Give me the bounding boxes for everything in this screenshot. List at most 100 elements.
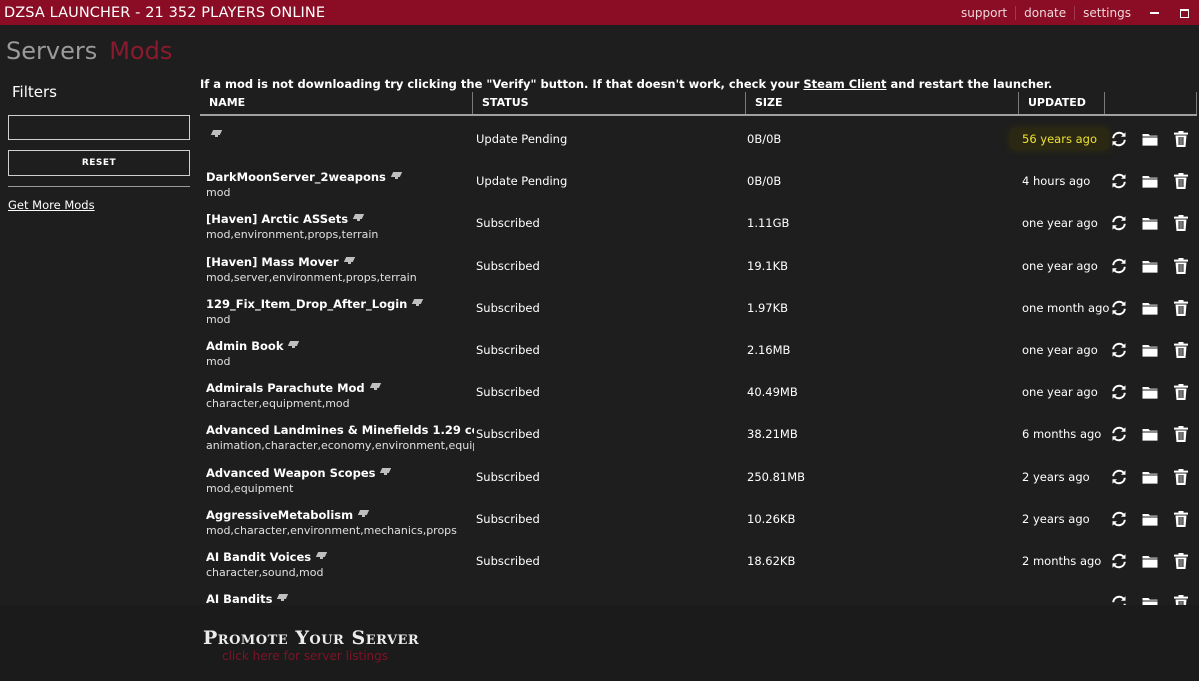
trash-icon[interactable]	[1172, 172, 1190, 190]
app-title: DZSA LAUNCHER - 21 352 PLAYERS ONLINE	[4, 4, 326, 21]
table-row[interactable]: Admin Book mod Subscribed 2.16MB one year ag…	[200, 329, 1199, 371]
row-actions	[1110, 257, 1190, 275]
refresh-icon[interactable]	[1110, 299, 1128, 317]
trash-icon[interactable]	[1172, 299, 1190, 317]
mod-size: 250.81MB	[747, 469, 806, 484]
table-row[interactable]: [Haven] Arctic ASSets mod,environment,pro…	[200, 202, 1199, 244]
promo-title[interactable]: Promote Your Server	[203, 627, 419, 649]
pin-icon	[354, 213, 364, 222]
pin-icon	[371, 382, 381, 391]
row-actions	[1110, 341, 1190, 359]
refresh-icon[interactable]	[1110, 552, 1128, 570]
row-actions	[1110, 552, 1190, 570]
column-updated[interactable]: UPDATED	[1019, 92, 1105, 114]
trash-icon[interactable]	[1172, 214, 1190, 232]
refresh-icon[interactable]	[1110, 383, 1128, 401]
get-more-mods-link[interactable]: Get More Mods	[8, 198, 95, 212]
filter-input[interactable]	[8, 115, 190, 140]
donate-link[interactable]: donate	[1015, 5, 1074, 20]
mod-name-cell: [Haven] Arctic ASSets mod,environment,pro…	[206, 208, 474, 242]
table-row[interactable]: 129_Fix_Item_Drop_After_Login mod Subscrib…	[200, 287, 1199, 329]
folder-icon[interactable]	[1141, 468, 1159, 486]
pin-icon	[359, 509, 369, 517]
refresh-icon[interactable]	[1110, 214, 1128, 232]
mod-name: AI Bandit Voices	[206, 550, 312, 564]
mod-name-cell: Advanced Landmines & Minefields 1.29 com…	[206, 419, 474, 453]
mod-name: AI Bandits	[206, 592, 273, 605]
folder-icon[interactable]	[1141, 510, 1159, 528]
tab-mods[interactable]: Mods	[109, 36, 172, 66]
table-row[interactable]: [Haven] Mass Mover mod,server,environment…	[200, 245, 1199, 287]
folder-icon[interactable]	[1141, 257, 1159, 275]
table-row[interactable]: Admirals Parachute Mod character,equipmen…	[200, 371, 1199, 413]
row-actions	[1110, 383, 1190, 401]
mod-status: Update Pending	[476, 174, 568, 189]
support-link[interactable]: support	[953, 6, 1015, 20]
mod-name: Advanced Landmines & Minefields 1.29 com…	[206, 423, 474, 438]
refresh-icon[interactable]	[1110, 510, 1128, 528]
mod-status: Subscribed	[476, 469, 540, 484]
reset-button[interactable]: RESET	[8, 150, 190, 176]
trash-icon[interactable]	[1172, 383, 1190, 401]
mod-name: [Haven] Arctic ASSets	[206, 212, 349, 227]
mod-status: Subscribed	[476, 385, 540, 400]
folder-icon[interactable]	[1141, 594, 1159, 605]
pin-icon	[289, 340, 299, 348]
mod-tags: character,equipment,mod	[206, 397, 350, 411]
refresh-icon[interactable]	[1110, 257, 1128, 275]
trash-icon[interactable]	[1172, 341, 1190, 359]
folder-icon[interactable]	[1141, 299, 1159, 317]
tab-servers[interactable]: Servers	[6, 36, 97, 66]
trash-icon[interactable]	[1172, 510, 1190, 528]
table-row[interactable]: Update Pending 0B/0B 56 years ago	[200, 118, 1199, 160]
promo-banner[interactable]: Promote Your Server click here for serve…	[0, 605, 1199, 681]
folder-icon[interactable]	[1141, 552, 1159, 570]
pin-icon	[392, 171, 402, 180]
column-status[interactable]: STATUS	[473, 92, 746, 114]
table-row[interactable]: DarkMoonServer_2weapons mod Update Pending…	[200, 160, 1199, 202]
settings-link[interactable]: settings	[1074, 5, 1139, 20]
trash-icon[interactable]	[1172, 257, 1190, 275]
folder-icon[interactable]	[1141, 425, 1159, 443]
mod-tags: character,sound,mod	[206, 566, 324, 579]
trash-icon[interactable]	[1172, 594, 1190, 605]
table-row[interactable]: Advanced Weapon Scopes mod,equipment Subsc…	[200, 456, 1199, 498]
trash-icon[interactable]	[1172, 468, 1190, 486]
refresh-icon[interactable]	[1110, 594, 1128, 605]
mod-size: 19.1KB	[747, 258, 789, 273]
mod-tags: mod,server,environment,props,terrain	[206, 270, 417, 284]
trash-icon[interactable]	[1172, 425, 1190, 443]
refresh-icon[interactable]	[1110, 130, 1128, 148]
folder-icon[interactable]	[1141, 130, 1159, 148]
folder-icon[interactable]	[1141, 341, 1159, 359]
pin-icon	[381, 467, 391, 475]
mod-size: 0B/0B	[747, 174, 782, 189]
column-size[interactable]: SIZE	[746, 92, 1019, 114]
trash-icon[interactable]	[1172, 552, 1190, 570]
mod-size: 1.97KB	[747, 300, 789, 315]
refresh-icon[interactable]	[1110, 425, 1128, 443]
promo-subtitle[interactable]: click here for server listings	[222, 649, 388, 663]
table-row[interactable]: AI Bandit Voices character,sound,mod Subsc…	[200, 540, 1199, 582]
row-actions	[1110, 172, 1190, 190]
folder-icon[interactable]	[1141, 383, 1159, 401]
column-name[interactable]: NAME	[200, 92, 473, 114]
mod-tags: mod,equipment	[206, 481, 294, 495]
refresh-icon[interactable]	[1110, 172, 1128, 190]
refresh-icon[interactable]	[1110, 468, 1128, 486]
mod-tags: mod	[206, 312, 231, 326]
mod-name: Advanced Weapon Scopes	[206, 465, 376, 480]
table-row[interactable]: Advanced Landmines & Minefields 1.29 com…	[200, 413, 1199, 455]
mods-table-body: Update Pending 0B/0B 56 years ago DarkMoonS…	[200, 118, 1199, 605]
trash-icon[interactable]	[1172, 130, 1190, 148]
folder-icon[interactable]	[1141, 172, 1159, 190]
folder-icon[interactable]	[1141, 214, 1159, 232]
table-row[interactable]: AggressiveMetabolism mod,character,enviro…	[200, 498, 1199, 540]
minimize-button[interactable]	[1139, 6, 1169, 20]
maximize-button[interactable]	[1169, 6, 1199, 20]
mod-updated: one month ago	[1022, 300, 1110, 315]
table-row[interactable]: AI Bandits	[200, 582, 1199, 605]
steam-client-link[interactable]: Steam Client	[803, 77, 886, 91]
mod-name-cell	[206, 124, 474, 143]
refresh-icon[interactable]	[1110, 341, 1128, 359]
